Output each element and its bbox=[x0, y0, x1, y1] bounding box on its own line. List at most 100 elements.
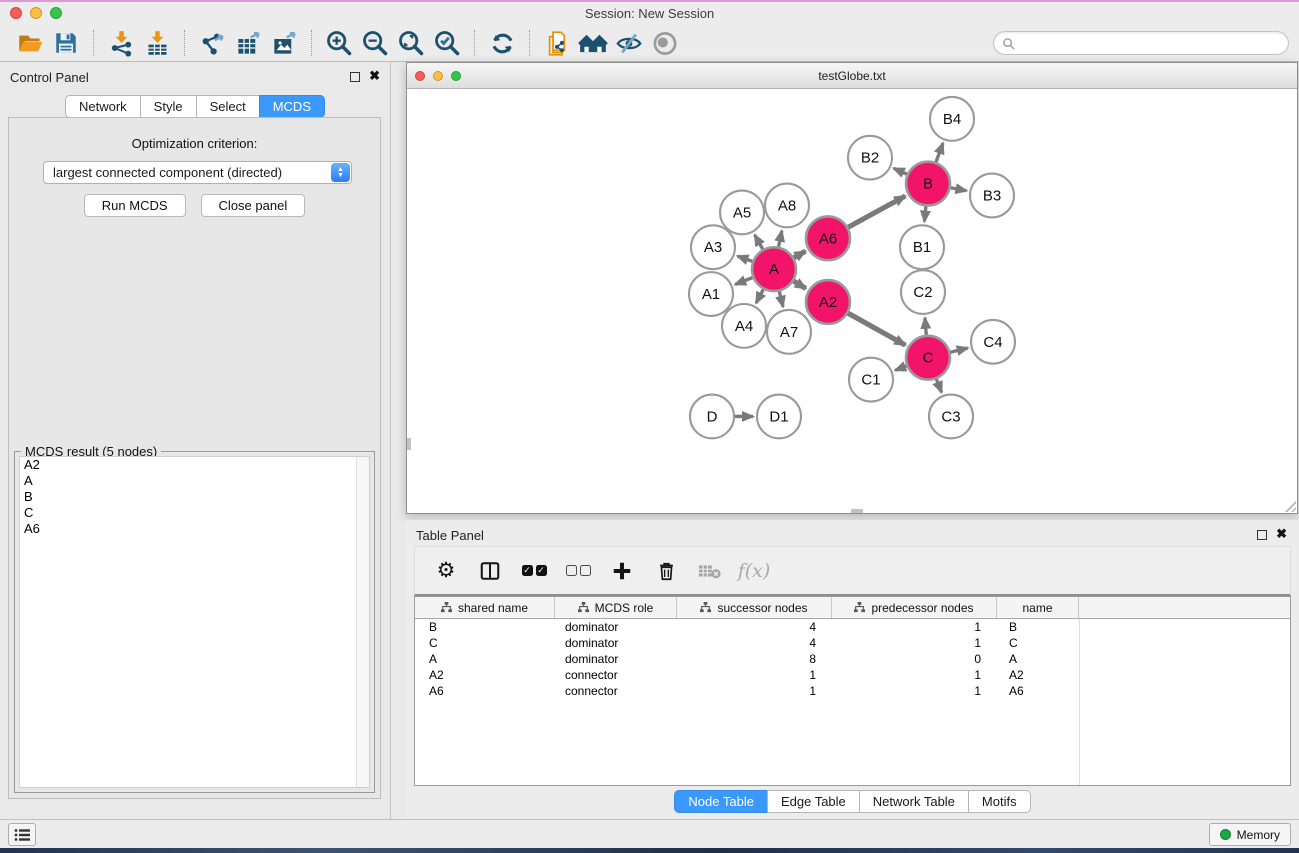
cell-successor-nodes[interactable]: 4 bbox=[677, 620, 832, 634]
table-row[interactable]: B dominator 4 1 B bbox=[415, 619, 1290, 635]
float-panel-icon[interactable] bbox=[350, 72, 360, 82]
graph-node-D[interactable]: D bbox=[690, 395, 734, 439]
list-menu-button[interactable] bbox=[8, 823, 36, 846]
network-canvas[interactable]: B4B2BB3A8A5A6A3B1AA1C2A2A4A7C4CC1C3DD1 bbox=[407, 89, 1297, 513]
zoom-out-button[interactable] bbox=[357, 27, 393, 59]
column-header-name[interactable]: name bbox=[997, 597, 1079, 618]
graph-edge-A-A6[interactable] bbox=[794, 251, 806, 258]
tab-edge-table[interactable]: Edge Table bbox=[767, 790, 860, 813]
graph-node-B1[interactable]: B1 bbox=[900, 225, 944, 269]
cell-predecessor-nodes[interactable]: 1 bbox=[832, 636, 997, 650]
float-panel-icon[interactable] bbox=[1257, 530, 1267, 540]
horizontal-scroll-indicator[interactable] bbox=[851, 509, 863, 513]
graph-node-A[interactable]: A bbox=[752, 247, 796, 291]
cell-shared-name[interactable]: A6 bbox=[415, 684, 555, 698]
graph-edge-B-B3[interactable] bbox=[951, 188, 967, 191]
graph-edge-B-B2[interactable] bbox=[894, 168, 907, 174]
graph-node-A2[interactable]: A2 bbox=[806, 280, 850, 324]
import-table-button[interactable] bbox=[139, 27, 175, 59]
criterion-select[interactable]: largest connected component (directed) ▲… bbox=[43, 161, 352, 184]
graph-edge-A-A8[interactable] bbox=[779, 231, 782, 247]
cell-name[interactable]: B bbox=[997, 620, 1079, 634]
search-input[interactable] bbox=[1015, 36, 1288, 50]
graph-node-A6[interactable]: A6 bbox=[806, 216, 850, 260]
graph-node-A7[interactable]: A7 bbox=[767, 310, 811, 354]
cell-mcds-role[interactable]: dominator bbox=[555, 636, 677, 650]
vertical-scroll-indicator[interactable] bbox=[407, 438, 411, 450]
cell-successor-nodes[interactable]: 1 bbox=[677, 684, 832, 698]
cell-predecessor-nodes[interactable]: 1 bbox=[832, 684, 997, 698]
graph-edge-B-B4[interactable] bbox=[936, 143, 943, 162]
cell-mcds-role[interactable]: connector bbox=[555, 684, 677, 698]
tab-network[interactable]: Network bbox=[65, 95, 141, 118]
cell-successor-nodes[interactable]: 4 bbox=[677, 636, 832, 650]
graph-edge-A6-B[interactable] bbox=[848, 196, 905, 227]
cell-shared-name[interactable]: B bbox=[415, 620, 555, 634]
cell-predecessor-nodes[interactable]: 1 bbox=[832, 620, 997, 634]
cell-shared-name[interactable]: C bbox=[415, 636, 555, 650]
tab-style[interactable]: Style bbox=[140, 95, 197, 118]
export-table-button[interactable] bbox=[230, 27, 266, 59]
column-header-shared-name[interactable]: shared name bbox=[415, 597, 555, 618]
show-details-button[interactable] bbox=[647, 27, 683, 59]
result-item[interactable]: A bbox=[20, 473, 369, 489]
graph-edge-B-B1[interactable] bbox=[924, 206, 925, 221]
column-header-mcds-role[interactable]: MCDS role bbox=[555, 597, 677, 618]
result-item[interactable]: C bbox=[20, 505, 369, 521]
graph-edge-A2-C[interactable] bbox=[848, 313, 905, 345]
result-item[interactable]: A2 bbox=[20, 457, 369, 473]
first-neighbors-button[interactable] bbox=[575, 27, 611, 59]
tab-mcds[interactable]: MCDS bbox=[259, 95, 325, 118]
cell-mcds-role[interactable]: dominator bbox=[555, 652, 677, 666]
cell-name[interactable]: A6 bbox=[997, 684, 1079, 698]
graph-edge-C-C1[interactable] bbox=[895, 366, 906, 370]
zoom-fit-button[interactable] bbox=[393, 27, 429, 59]
graph-node-C4[interactable]: C4 bbox=[971, 320, 1015, 364]
graph-node-A8[interactable]: A8 bbox=[765, 184, 809, 228]
cell-successor-nodes[interactable]: 1 bbox=[677, 668, 832, 682]
tab-select[interactable]: Select bbox=[196, 95, 260, 118]
result-item[interactable]: B bbox=[20, 489, 369, 505]
hide-details-button[interactable] bbox=[611, 27, 647, 59]
graph-node-A4[interactable]: A4 bbox=[722, 304, 766, 348]
save-session-button[interactable] bbox=[48, 27, 84, 59]
close-panel-icon[interactable]: ✖ bbox=[1276, 527, 1287, 541]
graph-node-A3[interactable]: A3 bbox=[691, 225, 735, 269]
tab-node-table[interactable]: Node Table bbox=[674, 790, 768, 813]
result-item[interactable]: A6 bbox=[20, 521, 369, 537]
result-list-scrollbar[interactable] bbox=[356, 457, 369, 787]
graph-node-B2[interactable]: B2 bbox=[848, 136, 892, 180]
run-mcds-button[interactable]: Run MCDS bbox=[84, 194, 186, 217]
network-window-titlebar[interactable]: testGlobe.txt bbox=[407, 63, 1297, 89]
graph-node-A1[interactable]: A1 bbox=[689, 272, 733, 316]
cell-predecessor-nodes[interactable]: 0 bbox=[832, 652, 997, 666]
export-network-button[interactable] bbox=[194, 27, 230, 59]
cell-name[interactable]: A bbox=[997, 652, 1079, 666]
graph-edge-C-C2[interactable] bbox=[925, 318, 926, 335]
tab-motifs[interactable]: Motifs bbox=[968, 790, 1031, 813]
import-network-button[interactable] bbox=[103, 27, 139, 59]
unselect-all-columns-button[interactable] bbox=[561, 553, 595, 589]
create-column-button[interactable] bbox=[605, 553, 639, 589]
cell-shared-name[interactable]: A bbox=[415, 652, 555, 666]
memory-button[interactable]: Memory bbox=[1209, 823, 1291, 846]
refresh-button[interactable] bbox=[484, 27, 520, 59]
open-session-button[interactable] bbox=[12, 27, 48, 59]
graph-edge-A-A2[interactable] bbox=[794, 281, 806, 288]
graph-node-D1[interactable]: D1 bbox=[757, 395, 801, 439]
table-row[interactable]: A dominator 8 0 A bbox=[415, 651, 1290, 667]
column-header-predecessor-nodes[interactable]: predecessor nodes bbox=[832, 597, 997, 618]
graph-node-C[interactable]: C bbox=[906, 336, 950, 380]
close-panel-button[interactable]: Close panel bbox=[201, 194, 306, 217]
zoom-selected-button[interactable] bbox=[429, 27, 465, 59]
table-row[interactable]: A2 connector 1 1 A2 bbox=[415, 667, 1290, 683]
table-row[interactable]: A6 connector 1 1 A6 bbox=[415, 683, 1290, 699]
show-columns-button[interactable] bbox=[473, 553, 507, 589]
new-network-from-selection-button[interactable] bbox=[539, 27, 575, 59]
graph-node-B4[interactable]: B4 bbox=[930, 97, 974, 141]
graph-edge-A-A1[interactable] bbox=[735, 278, 752, 285]
graph-node-C1[interactable]: C1 bbox=[849, 358, 893, 402]
cell-predecessor-nodes[interactable]: 1 bbox=[832, 668, 997, 682]
cell-shared-name[interactable]: A2 bbox=[415, 668, 555, 682]
graph-edge-C-C3[interactable] bbox=[936, 379, 941, 392]
